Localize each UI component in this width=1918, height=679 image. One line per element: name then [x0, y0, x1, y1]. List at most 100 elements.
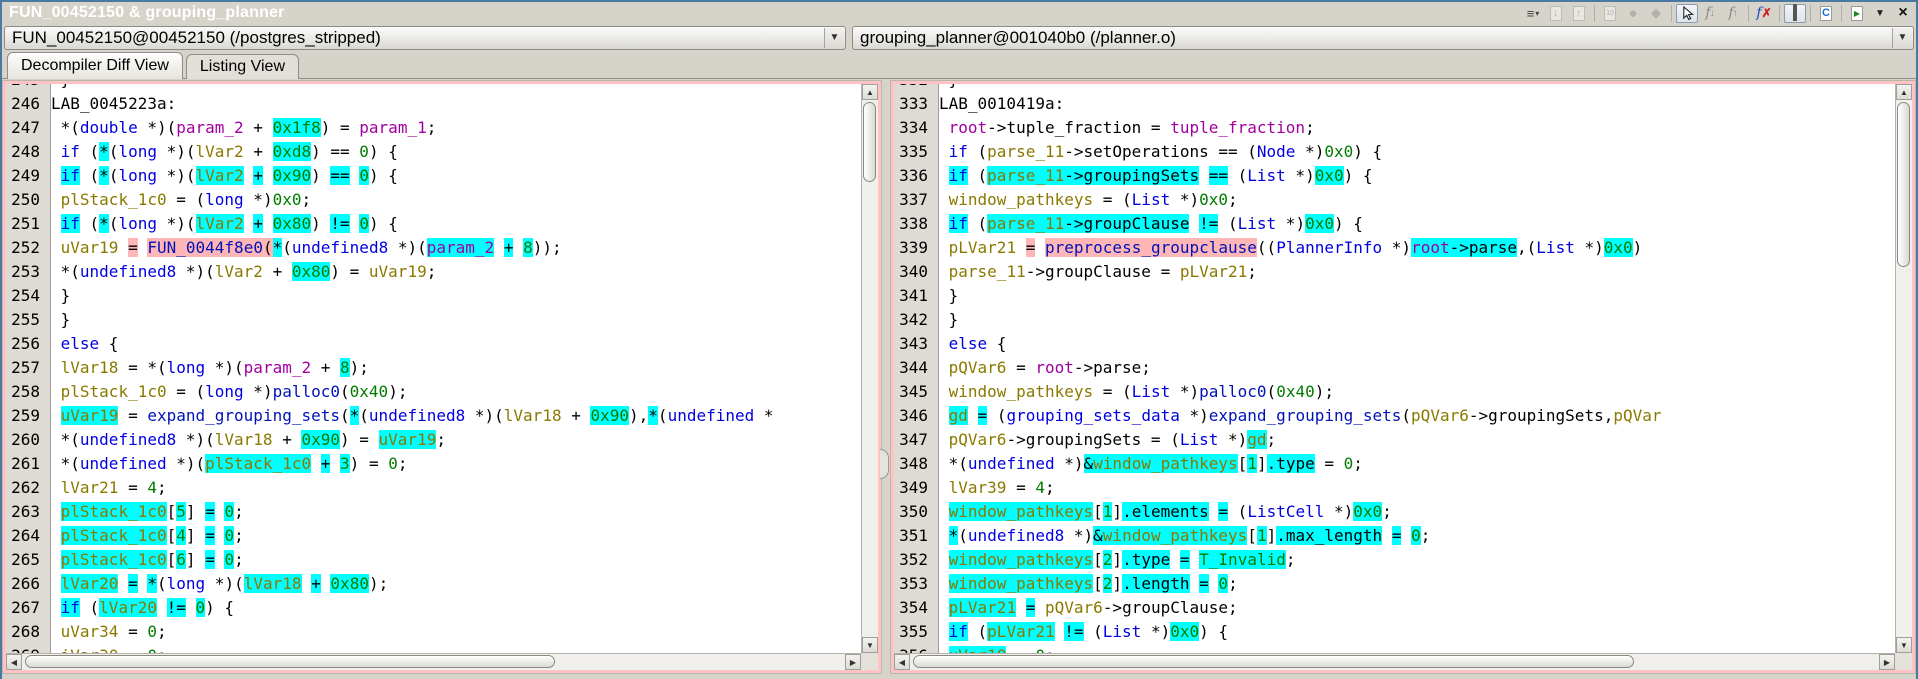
tab-listing-view[interactable]: Listing View [186, 54, 299, 80]
scroll-right-icon[interactable]: ▶ [845, 654, 861, 670]
left-function-selector-value: FUN_00452150@00452150 (/postgres_strippe… [5, 28, 381, 48]
right-function-selector[interactable]: grouping_planner@001040b0 (/planner.o) ▼ [852, 26, 1914, 50]
code-text[interactable]: lVar39 = 4; [934, 478, 1055, 497]
remove-function-icon[interactable]: f✗ [1753, 4, 1775, 23]
code-text[interactable]: root->tuple_fraction = tuple_fraction; [934, 118, 1315, 137]
scroll-down-icon[interactable]: ▼ [862, 637, 878, 653]
tab-decompiler-diff-view[interactable]: Decompiler Diff View [7, 52, 183, 79]
code-text[interactable]: lVar21 = 4; [46, 478, 167, 497]
scroll-left-icon[interactable]: ◀ [894, 654, 910, 670]
line-number: 265 [6, 548, 46, 572]
right-vertical-scrollbar[interactable]: ▲ ▼ [1895, 84, 1912, 653]
code-text[interactable]: else { [46, 334, 118, 353]
code-text[interactable]: *(undefined8 *)&window_pathkeys[1].max_l… [934, 526, 1430, 545]
code-text[interactable]: *(undefined8 *)(lVar2 + 0x80) = uVar19; [46, 262, 436, 281]
code-text[interactable]: gd = (grouping_sets_data *)expand_groupi… [934, 406, 1662, 425]
code-text[interactable]: parse_11->groupClause = pLVar21; [934, 262, 1257, 281]
code-text[interactable]: iVar30 = 0; [46, 646, 167, 653]
code-text[interactable]: *(undefined8 *)(lVar18 + 0x90) = uVar19; [46, 430, 446, 449]
code-text[interactable]: plStack_1c0 = (long *)palloc0(0x40); [46, 382, 407, 401]
code-text[interactable]: window_pathkeys = (List *)0x0; [934, 190, 1238, 209]
scroll-down-icon[interactable]: ▼ [1896, 637, 1912, 653]
code-text[interactable]: if (parse_11->groupingSets == (List *)0x… [934, 166, 1373, 185]
code-text[interactable]: if (*(long *)(lVar2 + 0x80) != 0) { [46, 214, 398, 233]
code-text[interactable]: } [934, 310, 958, 329]
code-text[interactable]: window_pathkeys = (List *)palloc0(0x40); [934, 382, 1334, 401]
code-line: 336 if (parse_11->groupingSets == (List … [894, 164, 1895, 188]
apply-markup-up-icon[interactable]: ↑ [1568, 4, 1590, 23]
close-icon[interactable]: × [1892, 4, 1914, 23]
code-text[interactable]: pLVar21 = preprocess_groupclause((Planne… [934, 238, 1642, 257]
code-text[interactable]: } [934, 286, 958, 305]
scrollbar-thumb[interactable] [913, 655, 1634, 668]
code-text[interactable]: window_pathkeys[2].length = 0; [934, 574, 1238, 593]
code-line: 247 *(double *)(param_2 + 0x1f8) = param… [6, 116, 861, 140]
divider-handle[interactable] [880, 449, 889, 479]
chevron-down-icon[interactable]: ▼ [1892, 28, 1912, 48]
left-code-view[interactable]: 245 }246LAB_0045223a:247 *(double *)(par… [6, 84, 861, 653]
line-number: 262 [6, 476, 46, 500]
code-text[interactable]: plStack_1c0[6] = 0; [46, 550, 244, 569]
scroll-right-icon[interactable]: ▶ [1879, 654, 1895, 670]
code-text[interactable]: *(double *)(param_2 + 0x1f8) = param_1; [46, 118, 436, 137]
scrollbar-thumb[interactable] [1897, 102, 1910, 267]
code-text[interactable]: if (*(long *)(lVar2 + 0xd8) == 0) { [46, 142, 398, 161]
code-text[interactable]: pQVar6 = root->parse; [934, 358, 1151, 377]
left-function-selector[interactable]: FUN_00452150@00452150 (/postgres_strippe… [4, 26, 846, 50]
code-text[interactable]: } [934, 84, 958, 89]
code-text[interactable]: uVar19 = FUN_0044f8e0(*(undefined8 *)(pa… [46, 238, 562, 257]
code-text[interactable]: plStack_1c0[5] = 0; [46, 502, 244, 521]
right-code-view[interactable]: 332 }333LAB_0010419a:334 root->tuple_fra… [894, 84, 1895, 653]
view-options-icon[interactable]: ≡▾ [1522, 4, 1544, 23]
code-text[interactable]: } [46, 286, 70, 305]
code-text[interactable]: if (lVar20 != 0) { [46, 598, 234, 617]
circle-token-icon[interactable]: ● [1622, 4, 1644, 23]
scrollbar-thumb[interactable] [863, 102, 876, 182]
code-line: 343 else { [894, 332, 1895, 356]
code-text[interactable]: LAB_0010419a: [934, 94, 1064, 113]
toolbar-menu-icon[interactable]: ▼ [1869, 4, 1891, 23]
function-up-icon[interactable]: f↑ [1722, 4, 1744, 23]
function-down-icon[interactable]: f↓ [1699, 4, 1721, 23]
right-horizontal-scrollbar[interactable]: ◀ ▶ [894, 653, 1895, 670]
code-text[interactable]: } [46, 310, 70, 329]
code-text[interactable]: *(undefined *)&window_pathkeys[1].type =… [934, 454, 1363, 473]
code-text[interactable]: else { [934, 334, 1006, 353]
code-text[interactable]: } [46, 84, 70, 89]
line-number: 256 [6, 332, 46, 356]
code-text[interactable]: lVar18 = *(long *)(param_2 + 8); [46, 358, 369, 377]
scroll-left-icon[interactable]: ◀ [6, 654, 22, 670]
diamond-token-icon[interactable]: ◆ [1645, 4, 1667, 23]
code-text[interactable]: uVar18 = 0; [934, 646, 1055, 653]
code-text[interactable]: lVar20 = *(long *)(lVar18 + 0x80); [46, 574, 388, 593]
code-text[interactable]: if (pLVar21 != (List *)0x0) { [934, 622, 1228, 641]
title-bar[interactable]: FUN_00452150 & grouping_planner ≡▾ ↓ ↑ 1… [2, 2, 1916, 24]
code-text[interactable]: window_pathkeys[2].type = T_Invalid; [934, 550, 1296, 569]
scroll-up-icon[interactable]: ▲ [862, 84, 878, 100]
export-icon[interactable]: ▶ [1846, 4, 1868, 23]
code-text[interactable]: *(undefined *)(plStack_1c0 + 3) = 0; [46, 454, 407, 473]
code-text[interactable]: plStack_1c0 = (long *)0x0; [46, 190, 311, 209]
code-text[interactable]: uVar19 = expand_grouping_sets(*(undefine… [46, 406, 774, 425]
panel-divider[interactable] [881, 81, 891, 673]
left-vertical-scrollbar[interactable]: ▲ ▼ [861, 84, 878, 653]
left-horizontal-scrollbar[interactable]: ◀ ▶ [6, 653, 861, 670]
code-text[interactable]: pLVar21 = pQVar6->groupClause; [934, 598, 1238, 617]
code-text[interactable]: if (parse_11->groupClause != (List *)0x0… [934, 214, 1363, 233]
binary-view-icon[interactable]: 10 [1599, 4, 1621, 23]
scrollbar-thumb[interactable] [25, 655, 555, 668]
scroll-up-icon[interactable]: ▲ [1896, 84, 1912, 100]
code-text[interactable]: uVar34 = 0; [46, 622, 167, 641]
code-text[interactable]: if (*(long *)(lVar2 + 0x90) == 0) { [46, 166, 398, 185]
code-text[interactable]: plStack_1c0[4] = 0; [46, 526, 244, 545]
cursor-tool-icon[interactable] [1676, 4, 1698, 23]
c-source-icon[interactable]: C [1815, 4, 1837, 23]
code-text[interactable]: window_pathkeys[1].elements = (ListCell … [934, 502, 1392, 521]
apply-markup-down-icon[interactable]: ↓ [1545, 4, 1567, 23]
chevron-down-icon[interactable]: ▼ [824, 28, 844, 48]
code-text[interactable]: pQVar6->groupingSets = (List *)gd; [934, 430, 1276, 449]
code-text[interactable]: if (parse_11->setOperations == (Node *)0… [934, 142, 1382, 161]
line-number: 342 [894, 308, 934, 332]
lock-scroll-icon[interactable] [1784, 4, 1806, 23]
code-text[interactable]: LAB_0045223a: [46, 94, 176, 113]
